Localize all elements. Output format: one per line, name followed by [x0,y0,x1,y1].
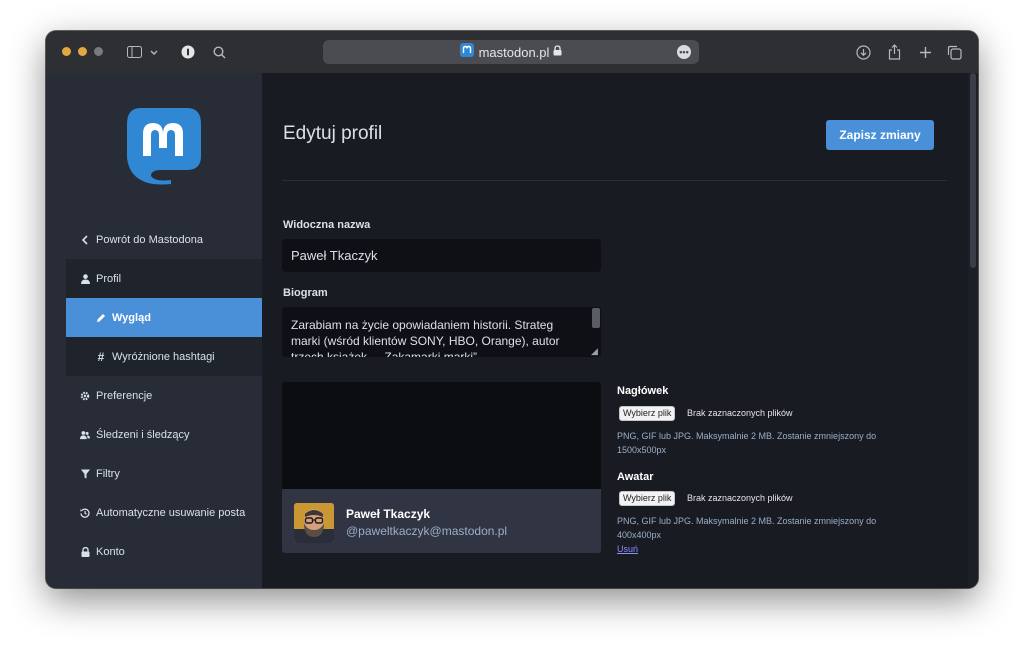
sidebar-item-label: Profil [96,272,122,285]
tabs-overview-icon[interactable] [946,31,962,73]
display-name-label: Widoczna nazwa [283,219,371,231]
new-tab-icon[interactable] [917,31,933,73]
sidebar-item-profile[interactable]: Profil [66,259,262,298]
sidebar-item-label: Konto [96,545,125,558]
header-choose-file-button[interactable]: Wybierz plik [619,406,676,421]
preview-display-name: Paweł Tkaczyk [346,507,431,521]
header-image-preview [282,382,601,489]
save-button[interactable]: Zapisz zmiany [826,120,934,150]
back-to-mastodon-link[interactable]: Powrót do Mastodona [66,220,262,259]
address-bar[interactable]: mastodon.pl ••• [323,40,699,64]
minimize-window-button[interactable] [78,47,87,56]
avatar-upload-section: Awatar Wybierz plik Brak zaznaczonych pl… [617,471,947,566]
bio-label: Biogram [283,287,328,299]
page-scrollbar[interactable] [968,73,978,588]
preview-handle: @paweltkaczyk@mastodon.pl [346,524,508,538]
chevron-left-icon [80,234,90,245]
password-manager-icon[interactable] [180,31,196,73]
more-icon[interactable]: ••• [677,45,691,59]
header-hint: PNG, GIF lub JPG. Maksymalnie 2 MB. Zost… [617,431,877,455]
mastodon-logo-icon[interactable] [125,106,203,191]
avatar [294,503,334,543]
textarea-scrollbar[interactable] [592,308,600,328]
scrollbar-thumb[interactable] [970,73,976,268]
person-icon [80,273,90,284]
header-upload-section: Nagłówek Wybierz plik Brak zaznaczonych … [617,385,947,475]
gear-icon [80,391,90,401]
sidebar-item-label: Śledzeni i śledzący [96,428,190,441]
share-icon[interactable] [886,31,902,73]
sidebar-item-label: Automatyczne usuwanie posta [96,506,246,519]
pencil-icon [96,313,106,323]
page-title: Edytuj profil [283,123,383,144]
profile-preview-card: Paweł Tkaczyk @paweltkaczyk@mastodon.pl [282,382,601,553]
sidebar-item-label: Preferencje [96,389,153,402]
display-name-value: Paweł Tkaczyk [291,248,378,263]
main-content: Edytuj profil Zapisz zmiany Widoczna naz… [262,73,978,588]
filter-icon [80,469,90,479]
header-section-title: Nagłówek [617,385,669,397]
sidebar-item-account[interactable]: Konto [66,532,262,571]
url-text: mastodon.pl [478,44,550,60]
browser-toolbar: mastodon.pl ••• [46,31,978,74]
hashtag-icon: # [97,349,105,364]
lock-icon [553,43,562,61]
settings-sidebar: Powrót do Mastodona Profil Wygląd # Wyró… [46,73,262,588]
avatar-choose-file-button[interactable]: Wybierz plik [619,491,676,506]
zoom-window-button[interactable] [94,47,103,56]
display-name-field[interactable]: Paweł Tkaczyk [282,239,601,272]
avatar-section-title: Awatar [617,471,654,483]
browser-window: mastodon.pl ••• Powrót do Mastodona Prof… [46,31,978,588]
lock-icon [80,546,90,557]
sidebar-toggle-icon[interactable] [126,31,142,73]
bio-value: Zarabiam na życie opowiadaniem historii.… [291,318,560,357]
close-window-button[interactable] [62,47,71,56]
site-favicon-icon [459,42,474,62]
header-file-status: Brak zaznaczonych plików [687,408,793,418]
remove-avatar-link[interactable]: Usuń [617,544,638,554]
sidebar-item-featured-hashtags[interactable]: # Wyróżnione hashtagi [66,337,262,376]
sidebar-item-label: Filtry [96,467,120,480]
sidebar-item-follows[interactable]: Śledzeni i śledzący [66,415,262,454]
history-icon [80,508,90,518]
bio-textarea[interactable]: Zarabiam na życie opowiadaniem historii.… [282,307,601,357]
users-icon [80,430,90,440]
search-icon[interactable] [211,31,227,73]
download-icon[interactable] [855,31,871,73]
avatar-hint: PNG, GIF lub JPG. Maksymalnie 2 MB. Zost… [617,516,877,540]
chevron-down-icon[interactable] [149,31,159,73]
divider [282,180,947,181]
sidebar-item-preferences[interactable]: Preferencje [66,376,262,415]
sidebar-item-appearance[interactable]: Wygląd [66,298,262,337]
avatar-file-status: Brak zaznaczonych plików [687,493,793,503]
sidebar-item-auto-delete[interactable]: Automatyczne usuwanie posta [66,493,262,532]
back-label: Powrót do Mastodona [96,233,204,246]
sidebar-item-filters[interactable]: Filtry [66,454,262,493]
sidebar-item-label: Wygląd [112,311,151,324]
resize-handle-icon[interactable]: ◢ [591,347,600,356]
sidebar-item-label: Wyróżnione hashtagi [112,350,215,363]
